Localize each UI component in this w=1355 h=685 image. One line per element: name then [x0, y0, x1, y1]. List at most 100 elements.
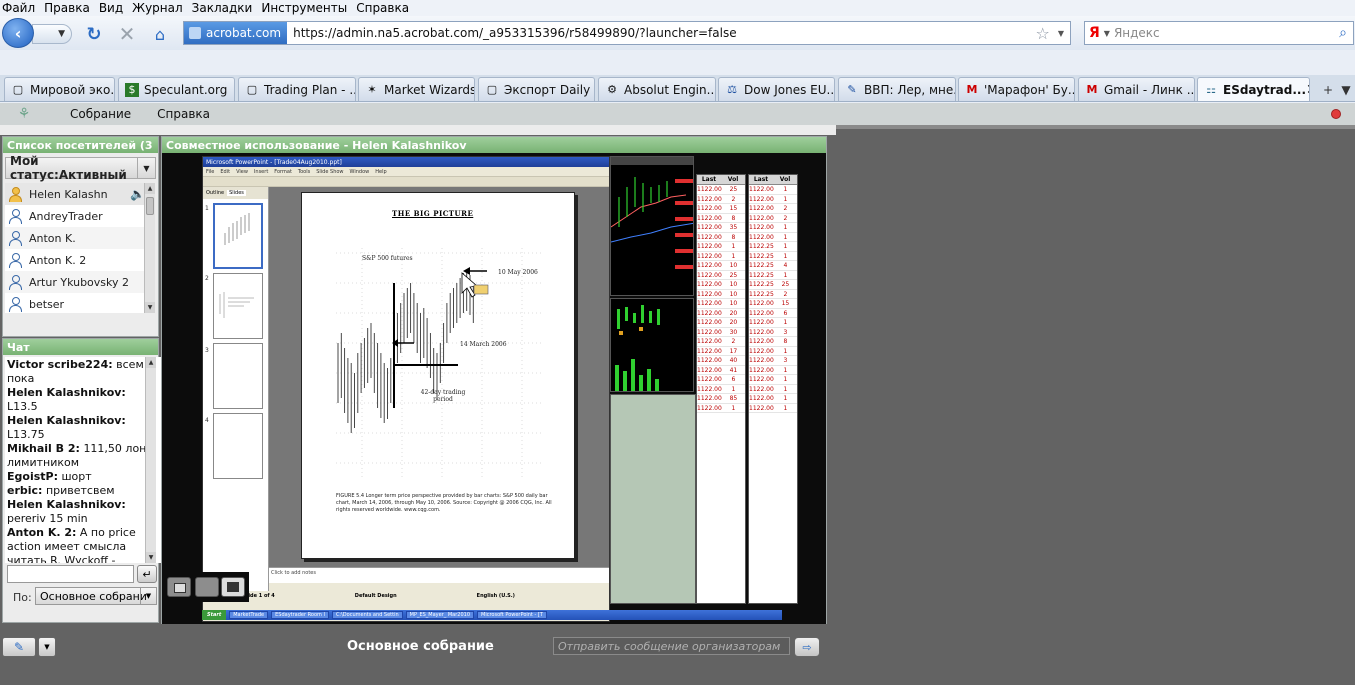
url-input[interactable]: https://admin.na5.acrobat.com/_a95331539…	[287, 26, 1035, 40]
fit-view-button[interactable]	[195, 577, 219, 597]
search-bar[interactable]: Я ▼ Яндекс ⌕	[1084, 21, 1354, 45]
forward-history-dropdown[interactable]: ▼	[32, 24, 72, 44]
ppt-menu-window[interactable]: Window	[350, 169, 370, 175]
close-tab-icon[interactable]: ✕	[1306, 82, 1309, 98]
start-button[interactable]: Start	[202, 610, 227, 620]
tab-dow-jones[interactable]: ⚖ Dow Jones EU...	[718, 77, 835, 101]
menu-app-help[interactable]: Справка	[157, 107, 210, 121]
chat-send-button[interactable]: ↵	[137, 565, 157, 583]
scroll-down-icon[interactable]: ▼	[146, 552, 156, 563]
tab-vvp[interactable]: ✎ ВВП: Лер, мне...	[838, 77, 956, 101]
tab-label: ВВП: Лер, мне...	[864, 82, 956, 97]
menu-bookmarks[interactable]: Закладки	[192, 1, 253, 15]
tab-mirovoy[interactable]: ▢ Мировой эко...	[4, 77, 115, 101]
search-engine-logo[interactable]: Я	[1089, 25, 1100, 41]
menu-tools[interactable]: Инструменты	[261, 1, 347, 15]
ladder-row: 1122.00 2	[749, 214, 797, 223]
chat-message-input[interactable]	[7, 565, 134, 583]
attendee-item[interactable]: Anton K. 2	[5, 249, 151, 271]
slide-thumb-chart	[219, 292, 254, 318]
ladder-price: 1122.00	[749, 338, 774, 345]
tab-trading-plan[interactable]: ▢ Trading Plan - ...	[238, 77, 356, 101]
ppt-menu-file[interactable]: File	[206, 169, 214, 175]
ladder-price: 1122.00	[749, 366, 774, 374]
chat-text: L13.75	[7, 428, 45, 441]
menu-view[interactable]: Вид	[99, 1, 123, 15]
chat-sender: Victor scribe224:	[7, 358, 113, 371]
host-message-input[interactable]: Отправить сообщение организаторам	[553, 637, 790, 655]
attendee-item[interactable]: Anton K.	[5, 227, 151, 249]
ppt-menu-edit[interactable]: Edit	[220, 169, 230, 175]
ppt-menu-tools[interactable]: Tools	[298, 169, 310, 175]
taskbar-item[interactable]: C:\Documents and Settin	[331, 611, 403, 619]
tab-absolut-engin[interactable]: ⚙ Absolut Engin...	[598, 77, 716, 101]
attendee-item[interactable]: AndreyTrader	[5, 205, 151, 227]
bookmark-star-icon[interactable]: ☆	[1036, 24, 1050, 43]
tab-speculant[interactable]: $ Speculant.org	[118, 77, 235, 101]
tab-list-button[interactable]: ▼	[1334, 79, 1355, 101]
layout-dropdown[interactable]: ▼	[38, 637, 56, 657]
tab-marafon[interactable]: M 'Марафон' Бу...	[958, 77, 1075, 101]
chevron-down-icon[interactable]: ▼	[1104, 29, 1110, 38]
host-message-send-button[interactable]: ⇨	[794, 637, 820, 657]
chat-recipient-select[interactable]: Основное собрани ▼	[35, 587, 157, 605]
slide-notes[interactable]: Click to add notes	[269, 567, 609, 583]
slide-thumbnail[interactable]	[213, 203, 263, 269]
ladder-price: 1122.00	[697, 186, 722, 193]
attendee-item[interactable]: Artur Ykubovsky 2	[5, 271, 151, 293]
taskbar-item[interactable]: MP_ES_Mayer_ Mar2010	[405, 611, 475, 619]
view-mode-button[interactable]	[167, 577, 191, 597]
scroll-up-icon[interactable]: ▲	[145, 183, 155, 194]
ladder-row: 1122.00 25	[697, 271, 745, 280]
attendee-item[interactable]: Helen Kalashn 🔈	[5, 183, 151, 205]
menu-file[interactable]: Файл	[2, 1, 35, 15]
chat-message: Helen Kalashnikov: L13.5	[7, 386, 159, 414]
taskbar-item[interactable]: Microsoft PowerPoint - [T	[477, 611, 547, 619]
tab-outline[interactable]: Outline	[206, 190, 224, 196]
taskbar-item[interactable]: MarketTrade	[229, 611, 269, 619]
ppt-menu-insert[interactable]: Insert	[254, 169, 268, 175]
tab-export-daily[interactable]: ▢ Экспорт Daily ...	[478, 77, 595, 101]
tab-market-wizards[interactable]: ✶ Market Wizards	[358, 77, 475, 101]
ppt-menu-slideshow[interactable]: Slide Show	[316, 169, 343, 175]
back-button[interactable]: ‹	[2, 18, 34, 48]
layout-button[interactable]: ✎	[2, 637, 36, 657]
reload-button[interactable]: ↻	[84, 24, 104, 45]
attendee-scrollbar[interactable]: ▲ ▼	[144, 183, 155, 313]
search-input[interactable]: Яндекс	[1114, 26, 1339, 40]
slide-thumbnail[interactable]	[213, 343, 263, 409]
search-icon[interactable]: ⌕	[1339, 25, 1347, 41]
time-sales-ladder-1: Last Vol 1122.00 25 1122.00 2 1122.00 15 1122.0…	[696, 174, 746, 604]
tab-slides[interactable]: Slides	[227, 190, 246, 196]
tab-esdaytrader[interactable]: ⚏ ESdaytrad...✕	[1197, 77, 1310, 101]
ppt-menu-view[interactable]: View	[236, 169, 248, 175]
taskbar-item[interactable]: ESdaytrader Room I	[271, 611, 329, 619]
ppt-menu-format[interactable]: Format	[274, 169, 292, 175]
my-status-select[interactable]: Мой статус:Активный ▼	[5, 154, 156, 182]
chevron-down-icon[interactable]: ▼	[140, 588, 156, 604]
attendee-item[interactable]: betser	[5, 293, 151, 313]
recording-indicator-icon[interactable]	[1331, 109, 1341, 119]
chevron-down-icon[interactable]: ▼	[137, 158, 155, 178]
chevron-down-icon[interactable]: ▼	[1058, 29, 1064, 38]
scroll-down-icon[interactable]: ▼	[145, 302, 155, 313]
header-last: Last	[753, 176, 769, 183]
slide-thumbnail[interactable]	[213, 273, 263, 339]
address-bar[interactable]: acrobat.com https://admin.na5.acrobat.co…	[183, 21, 1071, 45]
scroll-up-icon[interactable]: ▲	[146, 357, 156, 368]
menu-history[interactable]: Журнал	[132, 1, 183, 15]
scroll-thumb[interactable]	[146, 197, 154, 215]
ppt-menu-help[interactable]: Help	[375, 169, 386, 175]
menu-meeting[interactable]: Собрание	[70, 107, 131, 121]
menu-edit[interactable]: Правка	[44, 1, 90, 15]
home-button[interactable]: ⌂	[150, 24, 170, 44]
chat-scrollbar[interactable]: ▲ ▼	[145, 357, 156, 563]
stop-button[interactable]: ✕	[117, 22, 137, 46]
tab-gmail[interactable]: M Gmail - Линк ...	[1078, 77, 1195, 101]
menu-help[interactable]: Справка	[356, 1, 409, 15]
ladder-volume: 6	[731, 376, 736, 383]
site-identity-button[interactable]: acrobat.com	[184, 22, 288, 44]
ladder-price: 1122.00	[697, 395, 722, 402]
slide-thumbnail[interactable]	[213, 413, 263, 479]
fullscreen-button[interactable]	[221, 577, 245, 597]
